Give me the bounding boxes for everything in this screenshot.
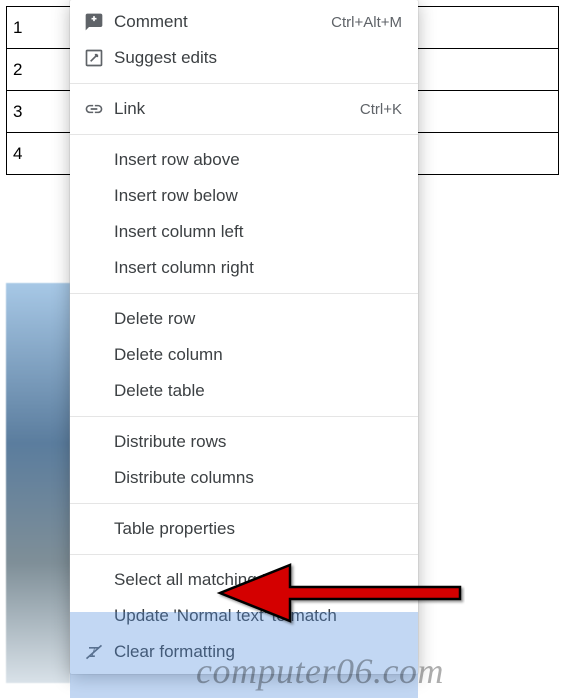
- menu-label: Comment: [114, 12, 331, 32]
- menu-shortcut: Ctrl+Alt+M: [331, 14, 402, 31]
- menu-label: Delete column: [114, 345, 402, 365]
- menu-separator: [70, 83, 418, 84]
- menu-separator: [70, 416, 418, 417]
- suggest-edits-icon: [84, 48, 114, 68]
- menu-label: Insert row above: [114, 150, 402, 170]
- menu-label: Distribute columns: [114, 468, 402, 488]
- menu-item-distribute-rows[interactable]: Distribute rows: [70, 424, 418, 460]
- menu-item-distribute-columns[interactable]: Distribute columns: [70, 460, 418, 496]
- link-icon: [84, 99, 114, 119]
- menu-label: Distribute rows: [114, 432, 402, 452]
- menu-item-insert-column-right[interactable]: Insert column right: [70, 250, 418, 286]
- menu-item-delete-column[interactable]: Delete column: [70, 337, 418, 373]
- menu-item-insert-row-above[interactable]: Insert row above: [70, 142, 418, 178]
- menu-item-delete-row[interactable]: Delete row: [70, 301, 418, 337]
- menu-label: Table properties: [114, 519, 402, 539]
- menu-label: Delete row: [114, 309, 402, 329]
- menu-separator: [70, 134, 418, 135]
- comment-icon: [84, 12, 114, 32]
- background-image: [6, 283, 70, 683]
- menu-item-delete-table[interactable]: Delete table: [70, 373, 418, 409]
- menu-item-comment[interactable]: Comment Ctrl+Alt+M: [70, 4, 418, 40]
- menu-item-insert-row-below[interactable]: Insert row below: [70, 178, 418, 214]
- menu-separator: [70, 503, 418, 504]
- annotation-arrow: [215, 553, 465, 638]
- menu-label: Insert column left: [114, 222, 402, 242]
- menu-shortcut: Ctrl+K: [360, 101, 402, 118]
- menu-item-suggest-edits[interactable]: Suggest edits: [70, 40, 418, 76]
- menu-label: Delete table: [114, 381, 402, 401]
- menu-label: Insert row below: [114, 186, 402, 206]
- menu-label: Link: [114, 99, 360, 119]
- menu-item-table-properties[interactable]: Table properties: [70, 511, 418, 547]
- menu-separator: [70, 293, 418, 294]
- menu-label: Insert column right: [114, 258, 402, 278]
- menu-item-insert-column-left[interactable]: Insert column left: [70, 214, 418, 250]
- menu-item-link[interactable]: Link Ctrl+K: [70, 91, 418, 127]
- menu-label: Suggest edits: [114, 48, 402, 68]
